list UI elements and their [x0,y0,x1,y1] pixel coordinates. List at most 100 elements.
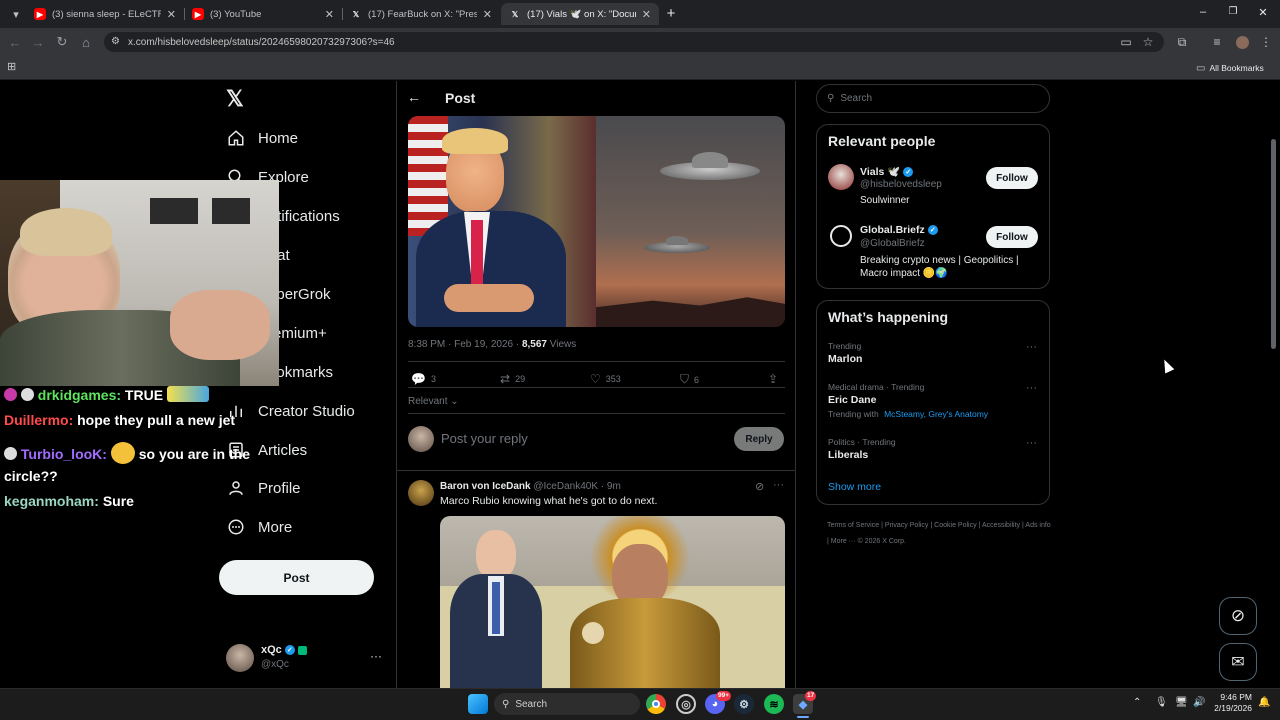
browser-tab-3[interactable]: 𝕏 (17) FearBuck on X: "President ✕ [342,3,500,25]
site-info-icon[interactable]: ⚙ [111,36,120,47]
notification-bell-icon[interactable]: 🔔 [1258,697,1270,708]
reply-time[interactable]: · 9m [601,481,621,492]
reload-icon[interactable]: ↻ [53,33,71,51]
footer-link[interactable]: Cookie Policy [934,522,976,529]
close-icon[interactable]: ✕ [483,8,492,21]
chrome-icon[interactable] [646,694,666,714]
apps-grid-icon[interactable]: ⊞ [7,61,19,73]
nav-home[interactable]: Home [226,126,298,150]
trend-more-icon[interactable]: ··· [1026,382,1037,394]
post-media-image-left[interactable] [408,116,596,327]
page-scrollbar[interactable] [1271,139,1276,349]
chat-username[interactable]: Duillermo: [4,412,73,428]
reply-author-handle[interactable]: @IceDank40K [533,481,598,492]
spotify-icon[interactable]: ≋ [764,694,784,714]
repost-action[interactable]: ⇄ 29 [500,372,525,386]
microphone-icon[interactable]: 🎙 [1155,697,1168,708]
forward-icon[interactable]: → [29,33,47,51]
footer-link[interactable]: Terms of Service [827,522,879,529]
share-action[interactable]: ⇪ [768,372,783,386]
follow-button[interactable]: Follow [986,167,1038,189]
obs-icon[interactable]: ◎ [676,694,696,714]
taskbar-search[interactable]: ⚲ Search [494,693,640,715]
nav-creator-studio[interactable]: Creator Studio [226,399,355,423]
post-media-image-right[interactable] [596,116,785,327]
search-box[interactable]: ⚲ Search [816,84,1050,113]
person-name[interactable]: Vials 🕊️ ✓ [860,165,914,178]
cast-icon[interactable]: ▭ [1118,34,1134,50]
back-icon[interactable]: ← [6,33,24,51]
address-bar[interactable]: ⚙ x.com/hisbelovedsleep/status/202465980… [104,32,1164,52]
back-arrow-icon[interactable]: ← [407,89,421,105]
new-tab-icon[interactable]: + [663,5,679,22]
media-icon[interactable]: ≡ [1209,34,1225,50]
grok-icon[interactable]: ⊘ [755,480,764,493]
tray-chevron-icon[interactable]: ⌃ [1133,697,1141,708]
chat-badge-icon [4,447,17,460]
close-icon[interactable]: ✕ [167,8,176,21]
trend-more-icon[interactable]: ··· [1026,341,1037,353]
all-bookmarks-button[interactable]: ▭ All Bookmarks [1196,61,1264,75]
tab-search-icon[interactable]: ▾ [8,6,24,22]
person-name[interactable]: Global.Briefz ✓ [860,224,938,236]
account-avatar[interactable] [226,644,254,672]
browser-tab-2[interactable]: ▶ (3) YouTube ✕ [184,3,342,25]
reply-button[interactable]: Reply [734,427,784,451]
reply-input[interactable]: Post your reply [441,431,528,446]
like-action[interactable]: ♡ 353 [590,372,621,386]
show-more-link[interactable]: Show more [828,481,881,493]
person-avatar[interactable] [830,225,852,247]
x-logo-icon[interactable]: 𝕏 [226,88,248,110]
reply-action[interactable]: 💬 3 [411,372,436,386]
menu-kebab-icon[interactable]: ⋮ [1258,34,1274,50]
post-media[interactable] [408,116,785,327]
close-icon[interactable]: ✕ [325,8,334,21]
clock[interactable]: 9:46 PM 2/19/2026 [1212,692,1252,714]
bookmark-action[interactable]: ⛉ 6 [680,372,699,387]
reply-sort-dropdown[interactable]: Relevant ⌄ [408,396,459,407]
chat-username[interactable]: Turbio_looK: [21,446,107,462]
restore-icon[interactable]: ❐ [1226,6,1240,20]
footer-link[interactable]: Privacy Policy [885,522,929,529]
account-name[interactable]: xQc ✓ [261,644,307,656]
footer-link[interactable]: Ads info [1025,522,1050,529]
post-button[interactable]: Post [219,560,374,595]
chat-username[interactable]: drkidgames: [38,387,121,403]
chat-message: Turbio_looK: so you are in the [4,442,250,464]
profile-avatar-icon[interactable] [1234,34,1250,50]
grok-floating-button[interactable]: ⊘ [1219,597,1257,635]
close-window-icon[interactable]: ✕ [1256,6,1270,20]
reply-media[interactable] [440,516,785,688]
person-avatar[interactable] [828,164,854,190]
follow-button[interactable]: Follow [986,226,1038,248]
trend-more-icon[interactable]: ··· [1026,437,1037,449]
post-timestamp[interactable]: 8:38 PM · Feb 19, 2026 · [408,339,519,350]
close-icon[interactable]: ✕ [642,8,651,21]
trend-topic[interactable]: Marlon [828,353,862,365]
messages-floating-button[interactable]: ✉ [1219,643,1257,681]
footer-link[interactable]: Accessibility [982,522,1020,529]
more-options-icon[interactable]: ··· [773,479,784,491]
person-handle[interactable]: @GlobalBriefz [860,238,925,249]
star-icon[interactable]: ☆ [1140,34,1156,50]
account-menu-icon[interactable]: ··· [370,649,382,663]
home-icon[interactable]: ⌂ [77,33,95,51]
browser-tab-4[interactable]: 𝕏 (17) Vials 🕊️ on X: "Documente ✕ [501,3,659,25]
network-icon[interactable]: 🖥 [1175,697,1188,708]
start-icon[interactable] [468,694,488,714]
trend-related-links[interactable]: McSteamy, Grey's Anatomy [884,409,988,419]
reply-author-avatar[interactable] [408,480,434,506]
chat-username[interactable]: keganmoham: [4,493,99,509]
nav-more[interactable]: More [226,515,292,539]
volume-icon[interactable]: 🔊 [1193,697,1205,708]
trend-topic[interactable]: Eric Dane [828,394,876,406]
footer-link[interactable]: More ··· [831,538,856,545]
minimize-icon[interactable]: – [1196,6,1210,20]
browser-tab-1[interactable]: ▶ (3) sienna sleep - ELeCTRA RAV ✕ [26,3,184,25]
trend-topic[interactable]: Liberals [828,449,868,461]
reply-author-name[interactable]: Baron von IceDank [440,481,531,492]
person-handle[interactable]: @hisbelovedsleep [860,179,942,190]
nav-profile[interactable]: Profile [226,476,301,500]
steam-icon[interactable]: ⚙ [734,694,754,714]
extensions-icon[interactable]: ⧉ [1174,34,1190,50]
